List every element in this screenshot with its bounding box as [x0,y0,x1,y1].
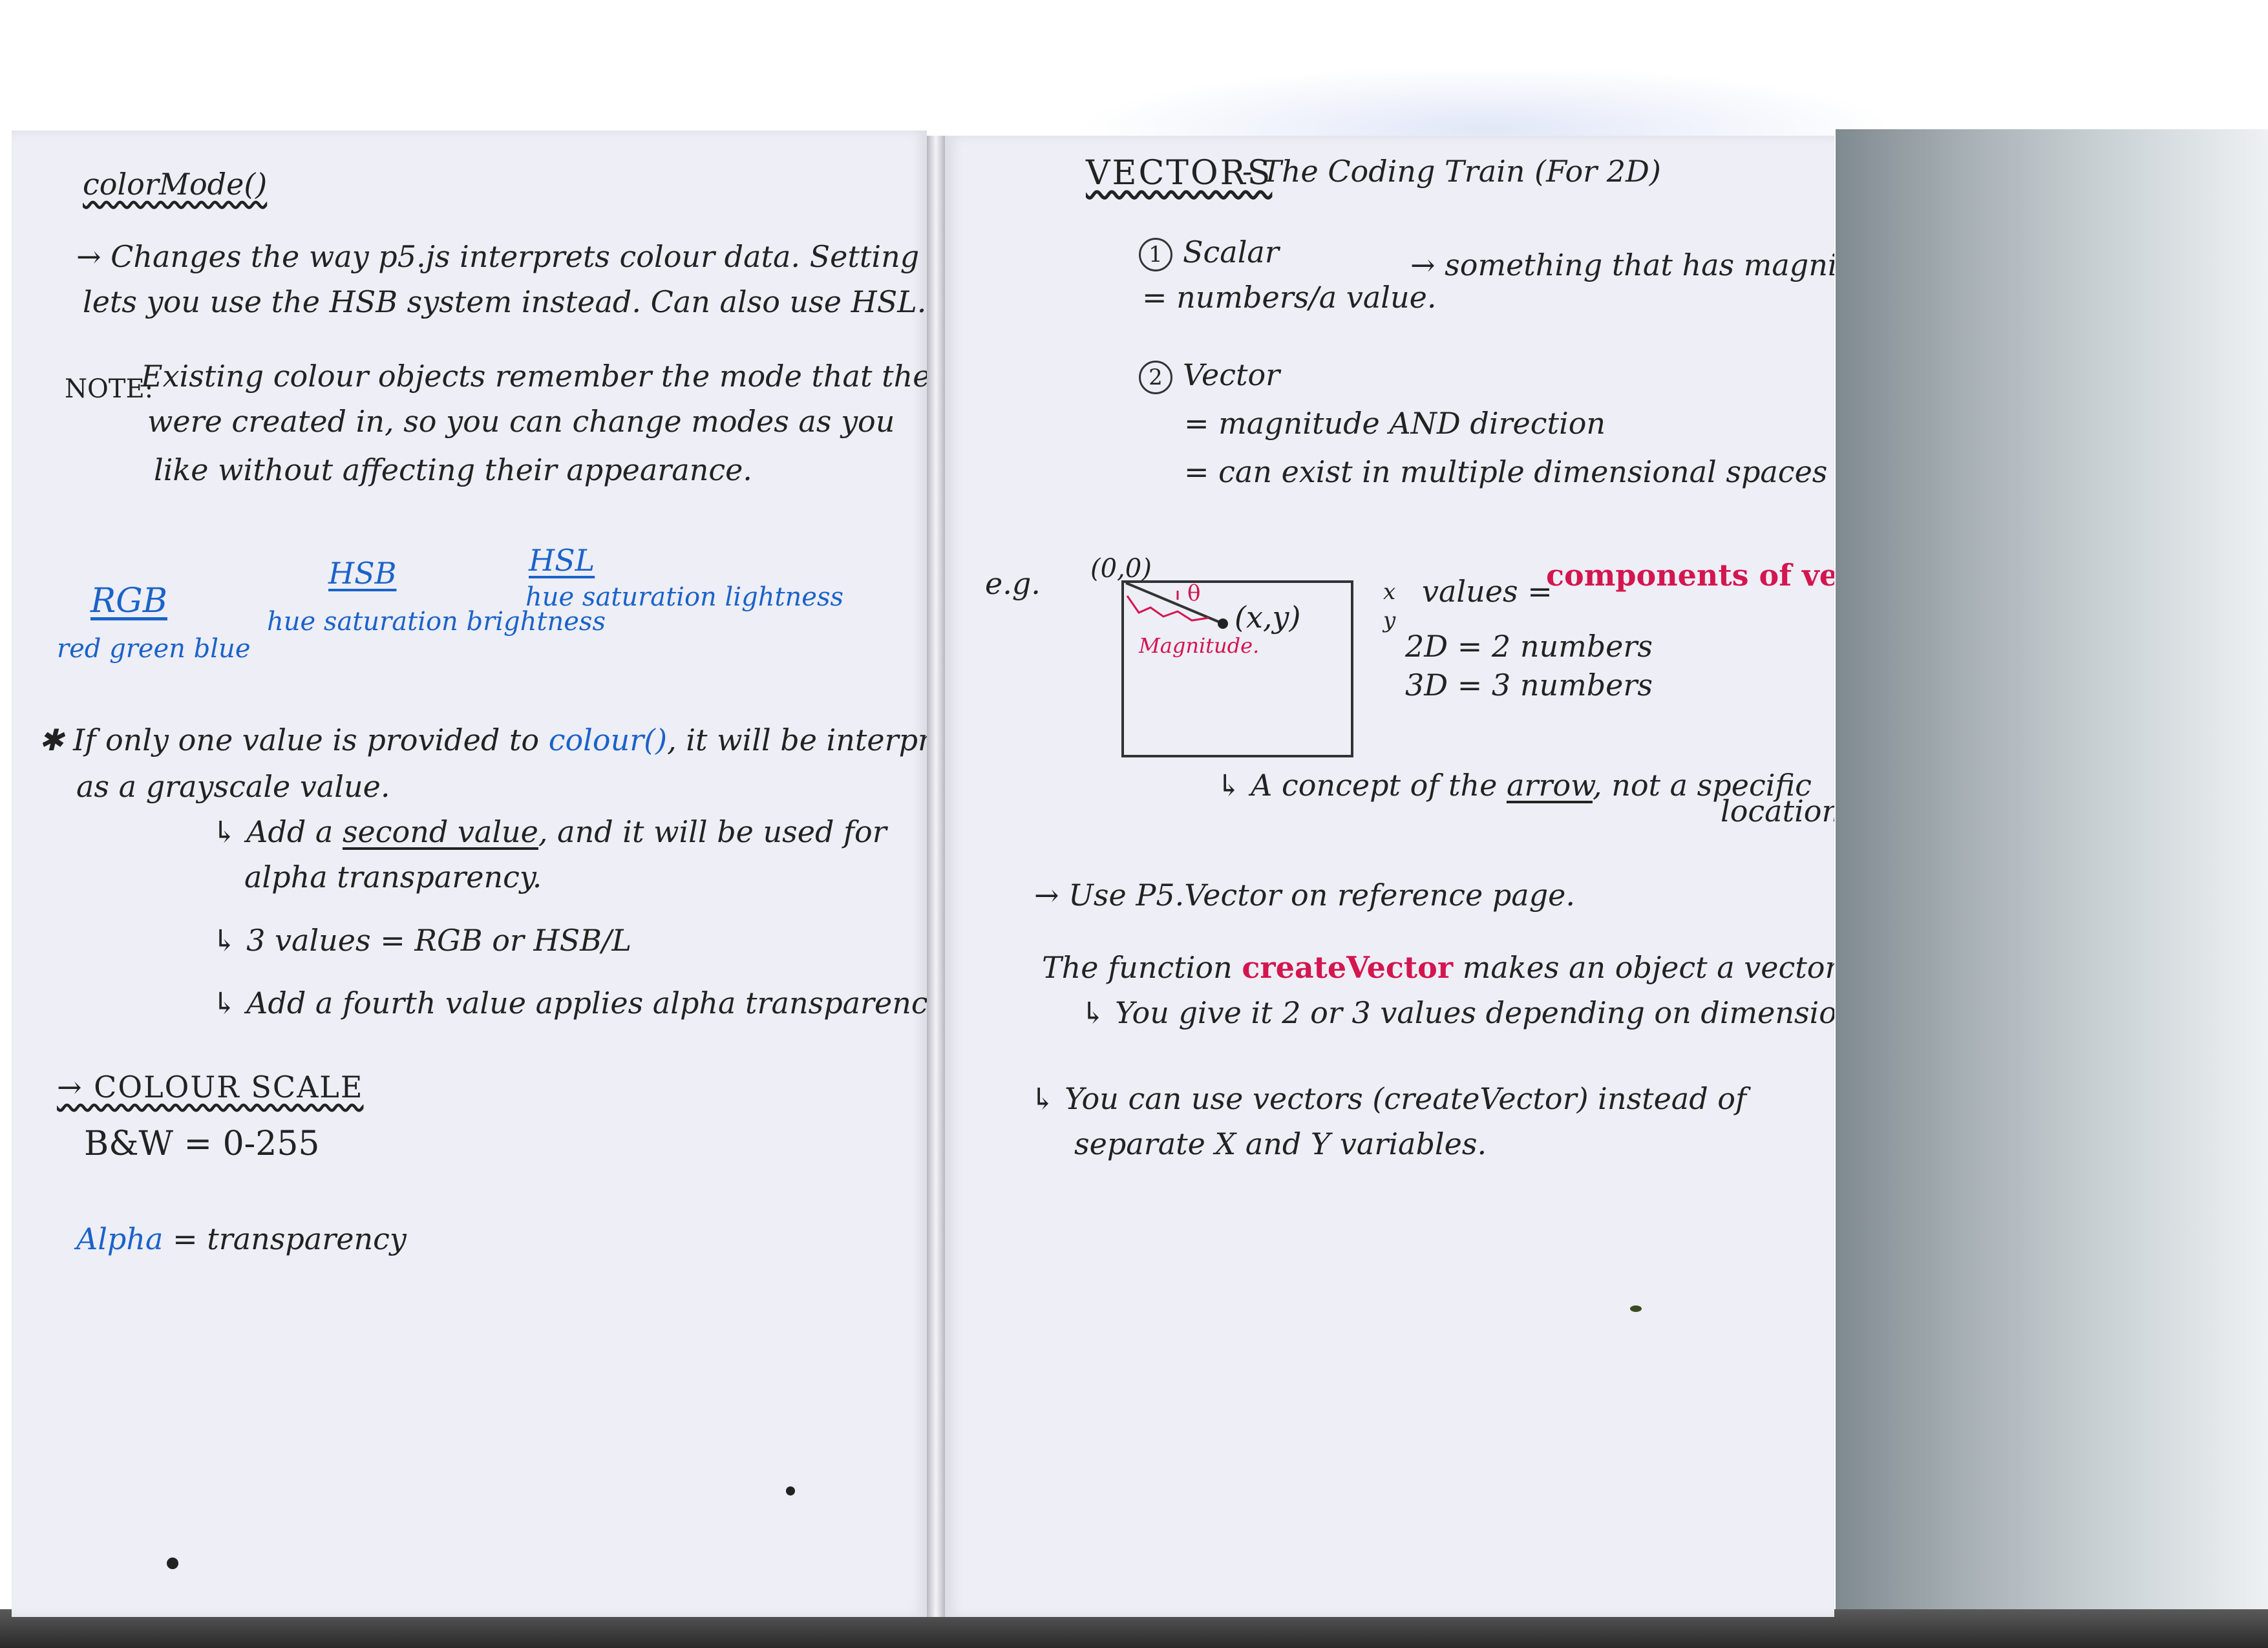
three-values-line: ↳ 3 values = RGB or HSB/L [212,923,632,958]
function-prefix: The function [1042,950,1233,985]
note-line-2: were created in, so you can change modes… [147,404,895,439]
notebook-right-page: VECTORS - The Coding Train (For 2D) 1 Sca… [945,136,1834,1617]
paper-speck [1630,1305,1642,1312]
grayscale-line-1: ✱ If only one value is provided to colou… [39,724,927,757]
note-line-3: like without affecting their appearance. [154,452,752,487]
model-hsb-abbr: HSB [328,556,397,591]
model-hsl-full: hue saturation lightness [525,582,844,612]
use-reference-line: → Use P5.Vector on reference page. [1034,878,1576,913]
point-label: (x,y) [1235,600,1301,635]
alpha-definition: Alpha = transparency [76,1223,407,1256]
notebook-gutter [927,136,945,1617]
ink-speck [167,1558,178,1569]
vector-endpoint [1218,618,1228,629]
use-vectors-line-1: ↳ You can use vectors (createVector) ins… [1030,1081,1746,1116]
colormode-line-1: → Changes the way p5.js interprets colou… [76,239,927,274]
components-of-vector: components of vector [1546,558,1834,593]
bw-scale: B&W = 0-255 [84,1125,320,1163]
colour-scale-heading: → COLOUR SCALE [57,1070,364,1104]
arrow-word: arrow [1506,768,1593,803]
second-value-phrase: second value [342,814,538,849]
three-d-numbers: 3D = 3 numbers [1405,668,1653,703]
colormode-line-2: lets you use the HSB system instead. Can… [83,284,927,319]
second-value-prefix: ↳ Add a [212,814,334,849]
magnitude-label: Magnitude. [1139,633,1260,658]
concept-prefix: ↳ A concept of the [1216,768,1498,803]
use-vectors-line-2: separate X and Y variables. [1074,1126,1487,1161]
give-values-line: ↳ You give it 2 or 3 values depending on… [1081,995,1834,1030]
alpha-word: Alpha [76,1221,164,1256]
note-line-1: Existing colour objects remember the mod… [141,359,927,394]
vector-diagram [1121,580,1353,757]
two-d-numbers: 2D = 2 numbers [1405,629,1653,664]
createvector-function: createVector [1242,950,1454,985]
colour-function: colour() [548,723,668,757]
second-value-line: ↳ Add a second value, and it will be use… [212,816,887,849]
fourth-value-line: ↳ Add a fourth value applies alpha trans… [212,986,927,1020]
theta-label: θ [1187,580,1201,606]
create-vector-line: The function createVector makes an objec… [1042,951,1834,984]
note-label: NOTE: [65,374,154,404]
concept-location: location. [1721,794,1834,829]
grayscale-line-2: as a grayscale value. [76,769,390,804]
notebook-left-page: colorMode() → Changes the way p5.js inte… [12,131,927,1617]
grayscale-line-1-text: ✱ If only one value is provided to [39,723,540,757]
model-rgb-abbr: RGB [90,582,167,620]
xy-label: x y [1383,579,1396,634]
grayscale-line-1-end: , it will be interpreted [667,723,927,757]
scan-shadow [1836,129,2268,1648]
values-equals: values = [1422,574,1553,609]
model-rgb-full: red green blue [57,634,251,664]
colormode-title: colorMode() [83,167,268,202]
second-value-suffix: , and it will be used for [538,814,887,849]
alpha-def: = transparency [173,1221,407,1256]
model-hsl-abbr: HSL [529,543,595,578]
ink-speck [786,1486,795,1495]
alpha-transparency-line: alpha transparency. [244,860,542,894]
function-suffix: makes an object a vector [1462,950,1834,985]
vector-arrow [1125,582,1222,624]
